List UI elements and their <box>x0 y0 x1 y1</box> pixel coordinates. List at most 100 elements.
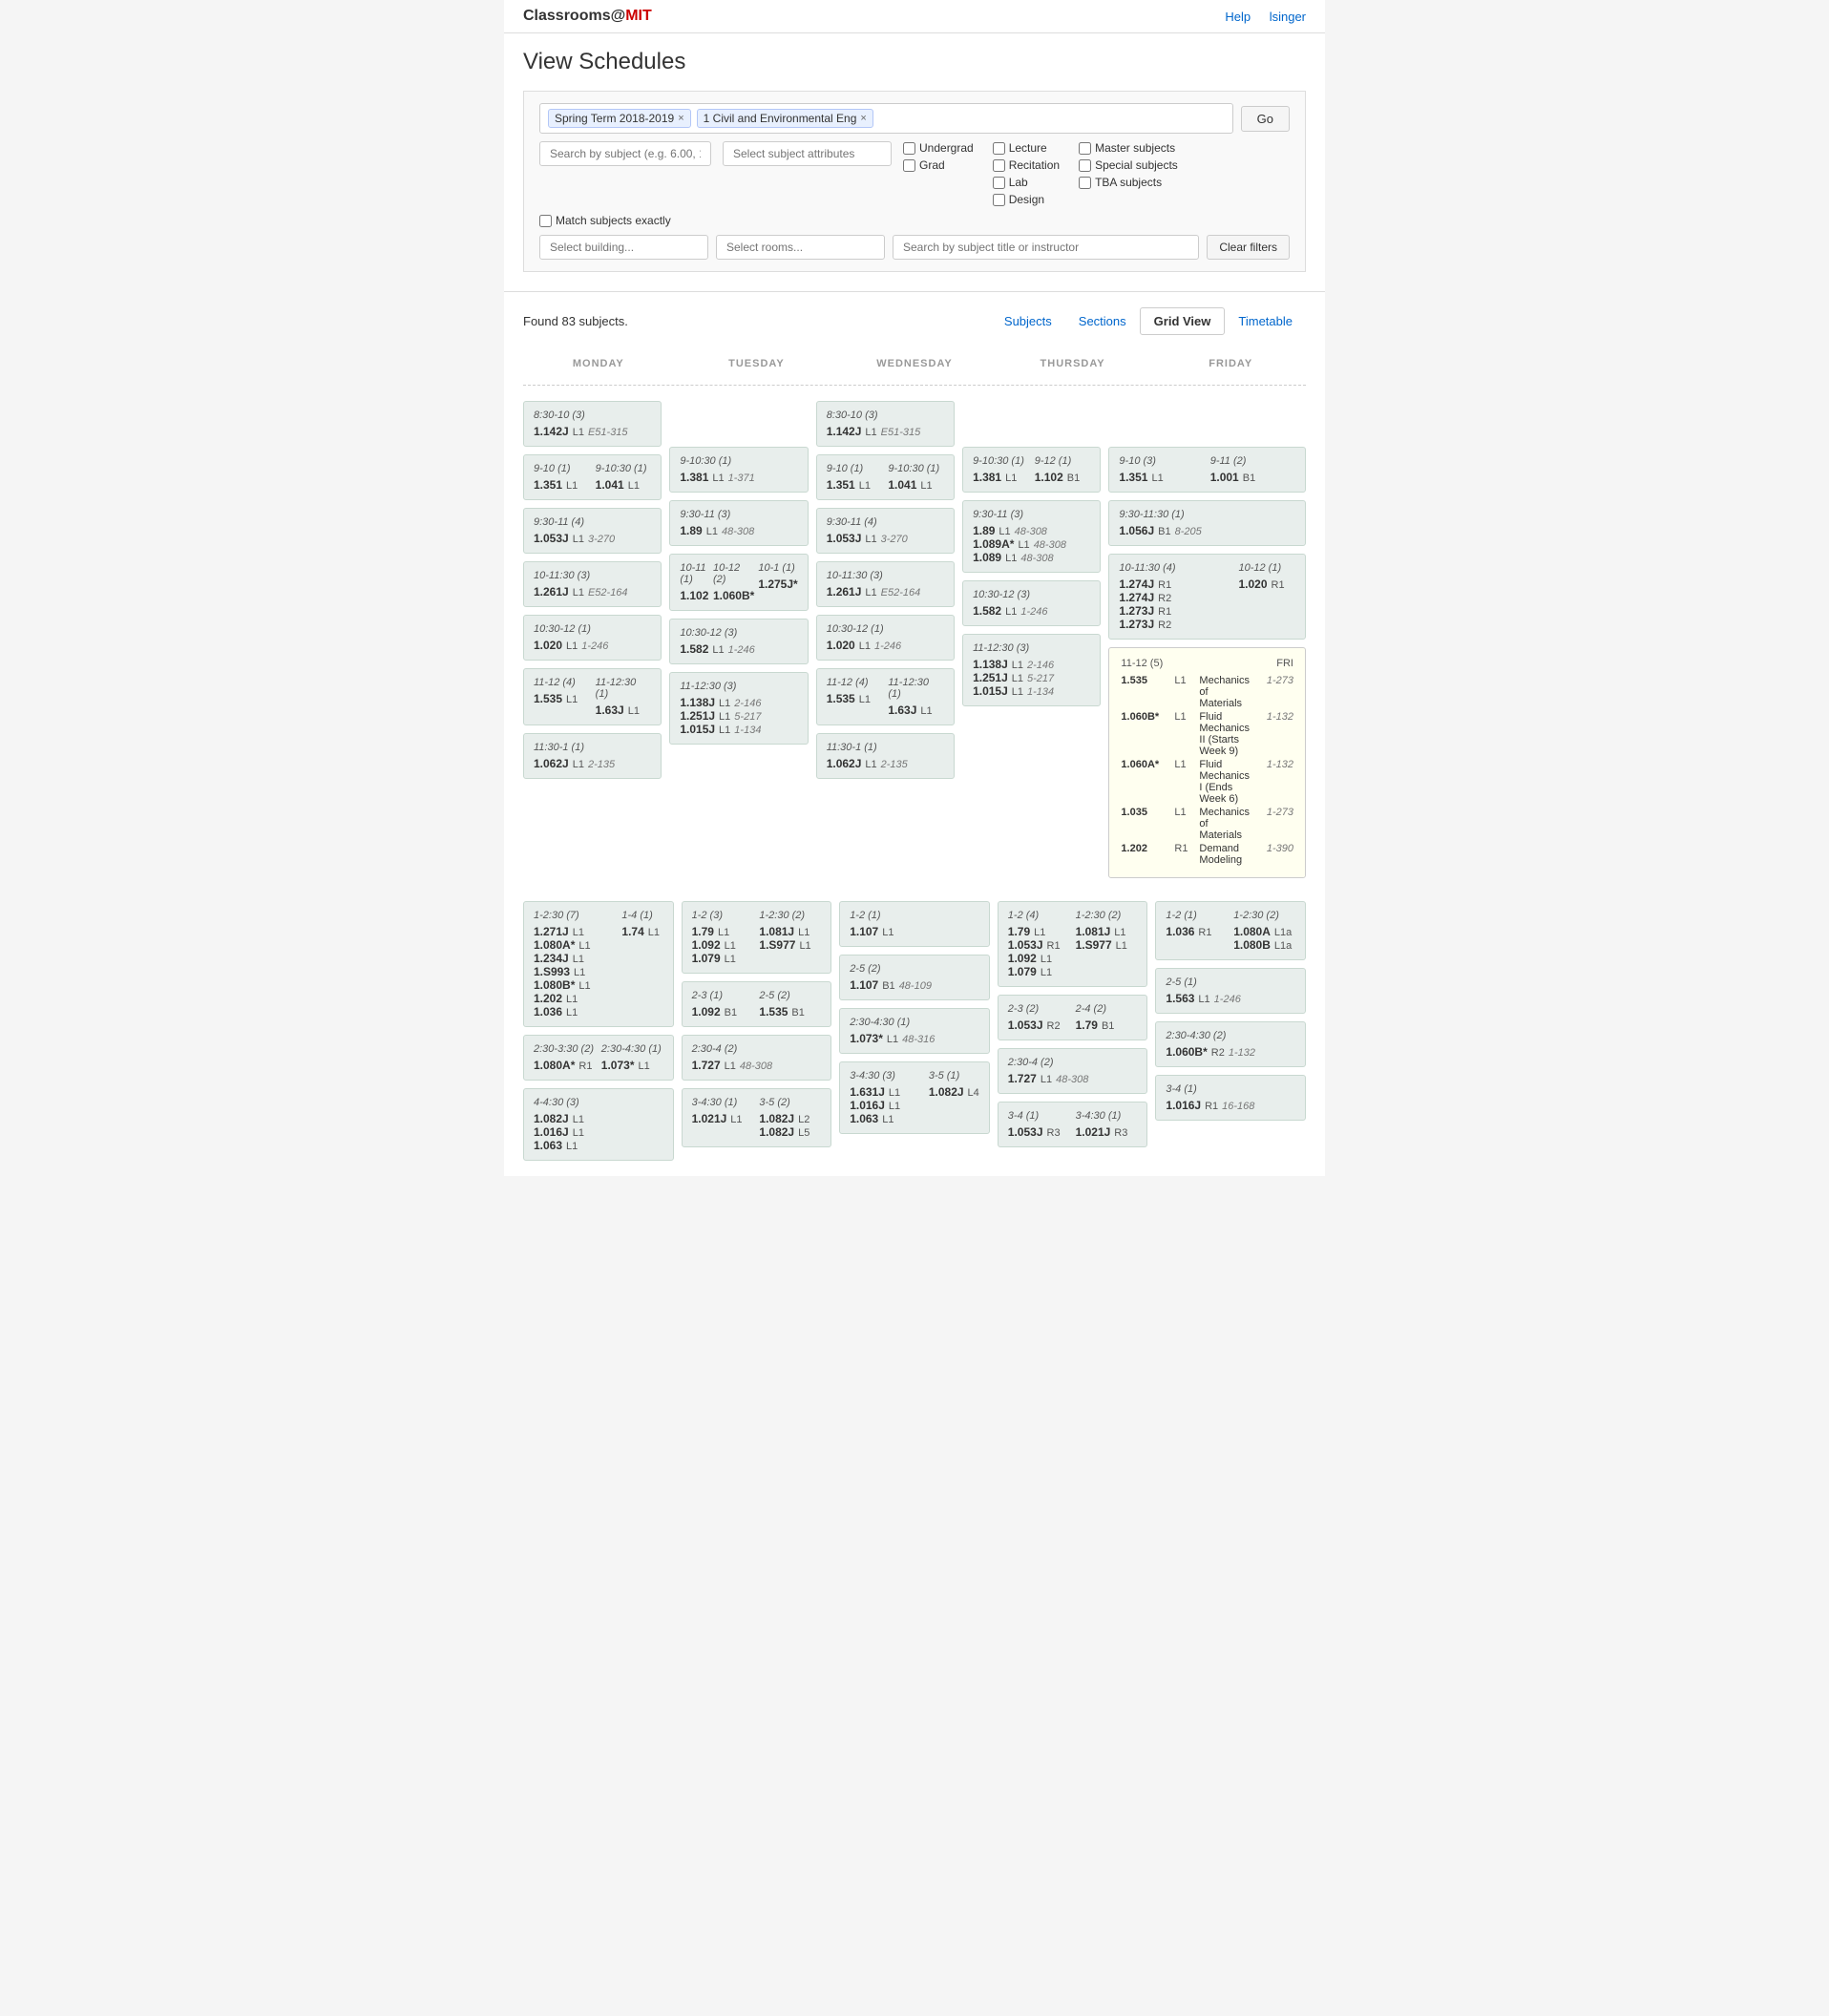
tue-1-2:30: 1-2 (3) 1.79L1 1.092L1 1.079L1 1-2:30 (2… <box>682 901 832 974</box>
thu-9-10:30: 9-10:30 (1) 1.381L1 9-12 (1) 1.102B1 <box>962 447 1101 493</box>
match-exactly-checkbox[interactable]: Match subjects exactly <box>539 214 671 227</box>
tuesday-column: 9-10:30 (1) 1.381L11-371 9:30-11 (3) 1.8… <box>669 401 808 878</box>
day-wednesday: WEDNESDAY <box>839 350 990 377</box>
wed-11:30-1: 11:30-1 (1) 1.062JL12-135 <box>816 733 955 779</box>
special-checkbox[interactable]: Special subjects <box>1079 158 1178 172</box>
page-title: View Schedules <box>523 49 1306 75</box>
tab-timetable[interactable]: Timetable <box>1225 308 1306 334</box>
logo-mit: MIT <box>625 8 652 24</box>
friday-pm-column: 1-2 (1) 1.036R1 1-2:30 (2) 1.080AL1a 1.0… <box>1155 901 1306 1161</box>
mon-10-11:30: 10-11:30 (3) 1.261JL1E52-164 <box>523 561 662 607</box>
fri-spacer <box>1108 401 1306 439</box>
term-tag[interactable]: Spring Term 2018-2019 × <box>548 109 691 128</box>
search-subject-input[interactable] <box>539 141 711 166</box>
mon-4-4:30: 4-4:30 (3) 1.082JL1 1.016JL1 1.063L1 <box>523 1088 674 1161</box>
tooltip-row: 1.060B* L1 Fluid Mechanics II (Starts We… <box>1121 711 1293 757</box>
friday-column: 9-10 (3) 1.351L1 9-11 (2) 1.001B1 9:30-1… <box>1108 401 1306 878</box>
wed-8:30-10: 8:30-10 (3) 1.142JL1E51-315 <box>816 401 955 447</box>
header-links: Help lsinger <box>1209 10 1306 24</box>
fri-2-5: 2-5 (1) 1.563L11-246 <box>1155 968 1306 1014</box>
tab-subjects[interactable]: Subjects <box>991 308 1065 334</box>
fri-9:30-11:30: 9:30-11:30 (1) 1.056JB18-205 <box>1108 500 1306 546</box>
thu-9:30-11: 9:30-11 (3) 1.89L148-308 1.089A*L148-308… <box>962 500 1101 573</box>
mon-11:30-1: 11:30-1 (1) 1.062JL12-135 <box>523 733 662 779</box>
wed-2-5: 2-5 (2) 1.107B148-109 <box>839 955 990 1000</box>
user-link[interactable]: lsinger <box>1270 10 1306 24</box>
day-tuesday: TUESDAY <box>682 350 832 377</box>
wednesday-pm-column: 1-2 (1) 1.107L1 2-5 (2) 1.107B148-109 2:… <box>839 901 990 1161</box>
title-search-input[interactable] <box>893 235 1199 260</box>
schedule-grid-pm: 1-2:30 (7) 1.271JL1 1.080A*L1 1.234JL1 1… <box>523 901 1306 1161</box>
term-dept-input[interactable]: Spring Term 2018-2019 × 1 Civil and Envi… <box>539 103 1233 134</box>
fri-10-11:30: 10-11:30 (4) 1.274JR1 1.274JR2 1.273JR1 … <box>1108 554 1306 640</box>
mon-1-2:30: 1-2:30 (7) 1.271JL1 1.080A*L1 1.234JL1 1… <box>523 901 674 1027</box>
mon-11-12: 11-12 (4) 1.535L1 11-12:30 (1) 1.63JL1 <box>523 668 662 725</box>
wednesday-column: 8:30-10 (3) 1.142JL1E51-315 9-10 (1) 1.3… <box>816 401 955 878</box>
subject-type-checkboxes: Undergrad Grad Lecture Recitation <box>903 141 1178 206</box>
remove-dept-tag[interactable]: × <box>860 113 866 124</box>
wed-11-12: 11-12 (4) 1.535L1 11-12:30 (1) 1.63JL1 <box>816 668 955 725</box>
thursday-pm-column: 1-2 (4) 1.79L1 1.053JR1 1.092L1 1.079L1 … <box>998 901 1148 1161</box>
recitation-checkbox[interactable]: Recitation <box>993 158 1060 172</box>
tue-10:30-12: 10:30-12 (3) 1.582L11-246 <box>669 619 808 664</box>
thu-10:30-12: 10:30-12 (3) 1.582L11-246 <box>962 580 1101 626</box>
design-checkbox[interactable]: Design <box>993 193 1060 206</box>
mon-9-10: 9-10 (1) 1.351L1 9-10:30 (1) 1.041L1 <box>523 454 662 500</box>
undergrad-checkbox[interactable]: Undergrad <box>903 141 974 155</box>
day-monday: MONDAY <box>523 350 674 377</box>
room-select-input[interactable] <box>716 235 885 260</box>
day-headers: MONDAY TUESDAY WEDNESDAY THURSDAY FRIDAY <box>523 350 1306 377</box>
lecture-checkbox[interactable]: Lecture <box>993 141 1060 155</box>
thu-2:30-4: 2:30-4 (2) 1.727L148-308 <box>998 1048 1148 1094</box>
mon-10:30-12: 10:30-12 (1) 1.020L11-246 <box>523 615 662 661</box>
thu-spacer <box>962 401 1101 439</box>
wed-3-5: 3-4:30 (3) 1.631JL1 1.016JL1 1.063L1 3-5… <box>839 1061 990 1134</box>
tue-9-10:30: 9-10:30 (1) 1.381L11-371 <box>669 447 808 493</box>
fri-11-12-tooltip: 11-12 (5) FRI 1.535 L1 Mechanics of Mate… <box>1108 647 1306 878</box>
thu-11-12:30: 11-12:30 (3) 1.138JL12-146 1.251JL15-217… <box>962 634 1101 706</box>
wed-10-11:30: 10-11:30 (3) 1.261JL1E52-164 <box>816 561 955 607</box>
wed-9-10: 9-10 (1) 1.351L1 9-10:30 (1) 1.041L1 <box>816 454 955 500</box>
tooltip-row: 1.202 R1 Demand Modeling 1-390 <box>1121 843 1293 866</box>
remove-term-tag[interactable]: × <box>678 113 683 124</box>
grad-checkbox[interactable]: Grad <box>903 158 974 172</box>
thursday-column: 9-10:30 (1) 1.381L1 9-12 (1) 1.102B1 9:3… <box>962 401 1101 878</box>
wed-1-2: 1-2 (1) 1.107L1 <box>839 901 990 947</box>
wed-2:30-4:30: 2:30-4:30 (1) 1.073*L148-316 <box>839 1008 990 1054</box>
wed-9:30-11: 9:30-11 (4) 1.053JL13-270 <box>816 508 955 554</box>
thu-1-2:30: 1-2 (4) 1.79L1 1.053JR1 1.092L1 1.079L1 … <box>998 901 1148 987</box>
thu-3-4:30: 3-4 (1) 1.053JR3 3-4:30 (1) 1.021JR3 <box>998 1102 1148 1147</box>
fri-3-4: 3-4 (1) 1.016JR116-168 <box>1155 1075 1306 1121</box>
monday-pm-column: 1-2:30 (7) 1.271JL1 1.080A*L1 1.234JL1 1… <box>523 901 674 1161</box>
tue-9:30-11: 9:30-11 (3) 1.89L148-308 <box>669 500 808 546</box>
go-button[interactable]: Go <box>1241 106 1290 132</box>
fri-9-10: 9-10 (3) 1.351L1 9-11 (2) 1.001B1 <box>1108 447 1306 493</box>
schedule-grid-am: 8:30-10 (3) 1.142JL1E51-315 9-10 (1) 1.3… <box>523 401 1306 878</box>
dept-tag[interactable]: 1 Civil and Environmental Eng × <box>697 109 873 128</box>
tue-11-12:30: 11-12:30 (3) 1.138JL12-146 1.251JL15-217… <box>669 672 808 745</box>
fri-1-2:30: 1-2 (1) 1.036R1 1-2:30 (2) 1.080AL1a 1.0… <box>1155 901 1306 960</box>
wed-10:30-12: 10:30-12 (1) 1.020L11-246 <box>816 615 955 661</box>
lab-checkbox[interactable]: Lab <box>993 176 1060 189</box>
tue-spacer <box>669 401 808 439</box>
fri-2:30-4:30: 2:30-4:30 (2) 1.060B*R21-132 <box>1155 1021 1306 1067</box>
tab-sections[interactable]: Sections <box>1065 308 1140 334</box>
master-checkbox[interactable]: Master subjects <box>1079 141 1178 155</box>
clear-filters-button[interactable]: Clear filters <box>1207 235 1290 260</box>
tooltip-row: 1.535 L1 Mechanics of Materials 1-273 <box>1121 675 1293 709</box>
tue-2-5: 2-3 (1) 1.092B1 2-5 (2) 1.535B1 <box>682 981 832 1027</box>
mon-9:30-11: 9:30-11 (4) 1.053JL13-270 <box>523 508 662 554</box>
results-count: Found 83 subjects. <box>523 314 628 328</box>
tab-grid-view[interactable]: Grid View <box>1140 307 1226 335</box>
help-link[interactable]: Help <box>1225 10 1251 24</box>
tuesday-pm-column: 1-2 (3) 1.79L1 1.092L1 1.079L1 1-2:30 (2… <box>682 901 832 1161</box>
tue-3-5: 3-4:30 (1) 1.021JL1 3-5 (2) 1.082JL2 1.0… <box>682 1088 832 1147</box>
monday-column: 8:30-10 (3) 1.142JL1E51-315 9-10 (1) 1.3… <box>523 401 662 878</box>
tue-10-12: 10-11 (1) 1.102 10-12 (2) 1.060B* 10-1 (… <box>669 554 808 611</box>
tba-checkbox[interactable]: TBA subjects <box>1079 176 1178 189</box>
mon-2:30-4:30: 2:30-3:30 (2) 1.080A*R1 2:30-4:30 (1) 1.… <box>523 1035 674 1081</box>
tooltip-row: 1.035 L1 Mechanics of Materials 1-273 <box>1121 807 1293 841</box>
select-attr-input[interactable] <box>723 141 892 166</box>
day-friday: FRIDAY <box>1155 350 1306 377</box>
building-select-input[interactable] <box>539 235 708 260</box>
